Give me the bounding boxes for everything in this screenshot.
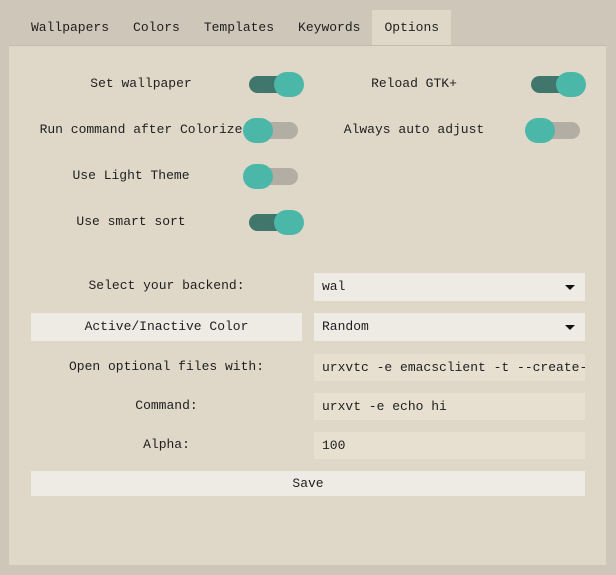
reload-gtk-switch[interactable] [529,72,586,97]
options-panel: Set wallpaper Reload GTK+ Run command af… [9,45,606,565]
reload-gtk-label: Reload GTK+ [371,76,457,91]
save-button[interactable]: Save [31,471,585,496]
tab-colors[interactable]: Colors [121,10,192,45]
backend-label: Select your backend: [88,278,245,293]
active-color-select[interactable]: Random [314,313,585,341]
tab-templates[interactable]: Templates [192,10,286,45]
backend-value: wal [322,279,346,294]
light-theme-switch[interactable] [243,164,300,189]
alpha-input[interactable]: 100 [314,432,585,459]
open-files-label: Open optional files with: [68,359,265,374]
run-command-label: Run command after Colorize [39,122,243,137]
alpha-label: Alpha: [143,437,190,452]
tab-keywords[interactable]: Keywords [286,10,372,45]
smart-sort-label: Use smart sort [76,214,186,229]
command-input[interactable]: urxvt -e echo hi [314,393,585,420]
tab-wallpapers[interactable]: Wallpapers [19,10,121,45]
light-theme-label: Use Light Theme [72,168,190,183]
active-color-value: Random [322,319,369,334]
backend-select[interactable]: wal [314,273,585,301]
run-command-switch[interactable] [243,118,300,143]
tab-bar: Wallpapers Colors Templates Keywords Opt… [19,10,452,45]
chevron-down-icon [565,325,575,330]
auto-adjust-switch[interactable] [525,118,582,143]
active-inactive-color-button[interactable]: Active/Inactive Color [31,313,302,341]
set-wallpaper-label: Set wallpaper [90,76,192,91]
auto-adjust-label: Always auto adjust [343,122,485,137]
command-label: Command: [135,398,198,413]
smart-sort-switch[interactable] [247,210,304,235]
chevron-down-icon [565,285,575,290]
set-wallpaper-switch[interactable] [247,72,304,97]
tab-options[interactable]: Options [372,10,452,45]
open-files-input[interactable]: urxvtc -e emacsclient -t --create-frame [314,354,585,381]
